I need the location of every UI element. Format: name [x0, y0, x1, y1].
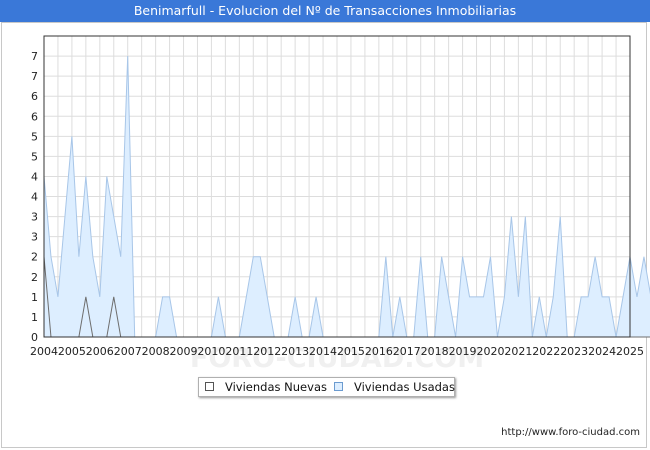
x-tick-label: 2020	[476, 345, 504, 358]
y-tick-label: 3	[31, 211, 38, 224]
y-tick-label: 0	[31, 331, 38, 344]
x-tick-label: 2008	[142, 345, 170, 358]
x-tick-label: 2022	[532, 345, 560, 358]
y-tick-label: 7	[31, 50, 38, 63]
x-tick-label: 2013	[281, 345, 309, 358]
x-tick-label: 2012	[253, 345, 281, 358]
y-tick-label: 5	[31, 150, 38, 163]
x-tick-label: 2011	[225, 345, 253, 358]
y-tick-label: 2	[31, 251, 38, 264]
x-tick-label: 2010	[197, 345, 225, 358]
x-tick-label: 2018	[421, 345, 449, 358]
x-tick-label: 2016	[365, 345, 393, 358]
legend-label-nuevas: Viviendas Nuevas	[225, 380, 327, 394]
legend-swatch-usadas	[334, 382, 343, 391]
x-tick-label: 2017	[393, 345, 421, 358]
y-tick-label: 6	[31, 110, 38, 123]
y-tick-label: 1	[31, 291, 38, 304]
x-tick-label: 2009	[170, 345, 198, 358]
y-tick-label: 2	[31, 271, 38, 284]
x-tick-label: 2007	[114, 345, 142, 358]
x-tick-label: 2021	[504, 345, 532, 358]
x-tick-label: 2023	[560, 345, 588, 358]
legend-swatch-nuevas	[205, 382, 214, 391]
x-tick-label: 2015	[337, 345, 365, 358]
x-tick-label: 2024	[588, 345, 616, 358]
footer-url: http://www.foro-ciudad.com	[501, 427, 640, 438]
x-tick-label: 2006	[86, 345, 114, 358]
x-tick-label: 2004	[30, 345, 58, 358]
y-tick-label: 7	[31, 70, 38, 83]
legend-label-usadas: Viviendas Usadas	[354, 380, 455, 394]
chart-title: Benimarfull - Evolucion del Nº de Transa…	[133, 3, 517, 18]
y-tick-label: 6	[31, 90, 38, 103]
legend: Viviendas Nuevas Viviendas Usadas	[198, 377, 455, 397]
y-tick-label: 3	[31, 231, 38, 244]
x-tick-label: 2014	[309, 345, 337, 358]
x-tick-label: 2019	[449, 345, 477, 358]
y-tick-label: 4	[31, 170, 38, 183]
x-tick-label: 2005	[58, 345, 86, 358]
x-tick-label: 2025	[616, 345, 644, 358]
y-tick-label: 1	[31, 311, 38, 324]
chart-canvas: FORO-CIUDAD.COM 0112233445566772004 2005 2…	[30, 35, 650, 374]
y-tick-label: 5	[31, 130, 38, 143]
y-tick-label: 4	[31, 191, 38, 204]
